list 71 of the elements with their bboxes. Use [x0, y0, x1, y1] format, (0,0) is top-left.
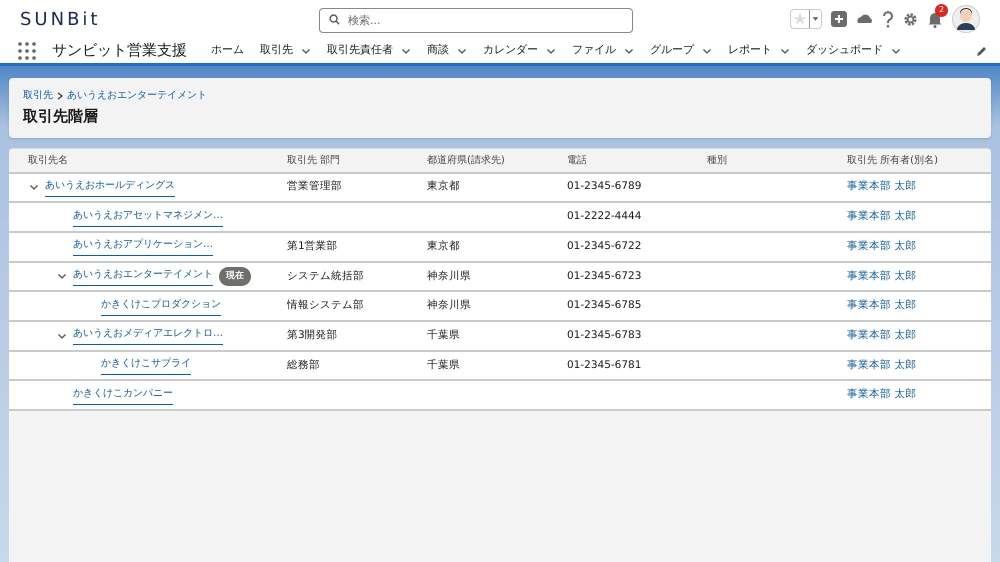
- table-cell: 01-2345-6722: [567, 240, 642, 252]
- nav-tab[interactable]: カレンダー: [483, 42, 556, 59]
- favorites-button[interactable]: [790, 9, 822, 29]
- table-cell: 営業管理部: [287, 180, 342, 192]
- account-link[interactable]: かきくけこサプライ: [101, 356, 191, 375]
- bell-icon[interactable]: [927, 10, 943, 28]
- notification-badge: 2: [935, 4, 948, 16]
- breadcrumb-link[interactable]: 取引先: [23, 88, 53, 103]
- owner-link[interactable]: 事業本部 太郎: [847, 358, 916, 371]
- owner-link[interactable]: 事業本部 太郎: [847, 270, 916, 282]
- avatar[interactable]: [952, 5, 980, 33]
- help-icon[interactable]: [882, 10, 894, 28]
- app-launcher-icon[interactable]: [18, 42, 36, 60]
- table-cell: 第3開発部: [287, 328, 338, 341]
- account-link[interactable]: あいうえおホールディングス: [45, 178, 175, 197]
- add-icon[interactable]: [831, 11, 847, 27]
- table-cell: 神奈川県: [427, 270, 471, 282]
- settings-icon[interactable]: [903, 12, 918, 26]
- table-cell: 総務部: [287, 358, 320, 371]
- owner-link[interactable]: 事業本部 太郎: [847, 210, 916, 222]
- table-cell: 情報システム部: [287, 299, 364, 312]
- table-cell: 01-2345-6785: [567, 299, 642, 312]
- nav-tab[interactable]: ファイル: [572, 42, 634, 59]
- account-link[interactable]: あいうえおメディアエレクトロ…: [73, 326, 223, 346]
- nav-tab[interactable]: ダッシュボード: [806, 42, 901, 59]
- chevron-right-icon: [57, 92, 63, 100]
- search-icon: [329, 14, 340, 24]
- table-cell: 01-2345-6783: [567, 328, 642, 341]
- table-cell: 01-2345-6781: [567, 358, 642, 371]
- table-cell: 東京都: [427, 240, 460, 252]
- account-link[interactable]: あいうえおエンターテイメント: [73, 266, 213, 286]
- app-name: サンビット営業支援: [52, 40, 187, 62]
- table-cell: 千葉県: [427, 328, 460, 341]
- column-header[interactable]: 都道府県(請求先): [427, 154, 505, 166]
- owner-link[interactable]: 事業本部 太郎: [847, 388, 916, 400]
- owner-link[interactable]: 事業本部 太郎: [847, 299, 916, 312]
- account-link[interactable]: かきくけこプロダクション: [101, 296, 221, 316]
- column-header[interactable]: 取引先 部門: [287, 154, 340, 166]
- nav-tab[interactable]: レポート: [728, 42, 790, 59]
- nav-tab[interactable]: ホーム: [211, 42, 244, 59]
- table-cell: 千葉県: [427, 358, 460, 371]
- column-header[interactable]: 種別: [707, 154, 727, 166]
- chevron-down-icon[interactable]: [57, 271, 67, 282]
- logo: SUNBit: [20, 8, 102, 32]
- table-cell: 神奈川県: [427, 299, 471, 312]
- column-header[interactable]: 取引先名: [28, 154, 68, 166]
- nav-tab[interactable]: 商談: [427, 42, 467, 59]
- current-badge: 現在: [219, 266, 251, 286]
- owner-link[interactable]: 事業本部 太郎: [847, 240, 916, 252]
- column-header[interactable]: 取引先 所有者(別名): [847, 154, 938, 166]
- table-cell: 01-2345-6789: [567, 180, 642, 192]
- table-cell: 01-2222-4444: [567, 210, 642, 222]
- table-cell: 01-2345-6723: [567, 270, 642, 282]
- page-title: 取引先階層: [23, 106, 99, 127]
- owner-link[interactable]: 事業本部 太郎: [847, 180, 916, 192]
- owner-link[interactable]: 事業本部 太郎: [847, 328, 916, 341]
- table-cell: システム統括部: [287, 270, 364, 282]
- edit-icon[interactable]: [976, 44, 988, 56]
- nav-tab[interactable]: 取引先: [260, 42, 311, 59]
- table-cell: 東京都: [427, 180, 460, 192]
- nav-tab[interactable]: 取引先責任者: [327, 42, 411, 59]
- column-header[interactable]: 電話: [567, 154, 587, 166]
- nav-tab[interactable]: グループ: [650, 42, 712, 59]
- breadcrumb-link[interactable]: あいうえおエンターテイメント: [67, 88, 207, 103]
- account-link[interactable]: あいうえおアプリケーション…: [73, 237, 213, 256]
- search-field[interactable]: 検索...: [319, 8, 633, 32]
- account-link[interactable]: あいうえおアセットマネジメン…: [73, 208, 223, 227]
- chevron-down-icon[interactable]: [29, 182, 39, 192]
- table-cell: 第1営業部: [287, 240, 338, 252]
- account-link[interactable]: かきくけこカンパニー: [73, 386, 173, 405]
- caret-icon: [809, 10, 821, 28]
